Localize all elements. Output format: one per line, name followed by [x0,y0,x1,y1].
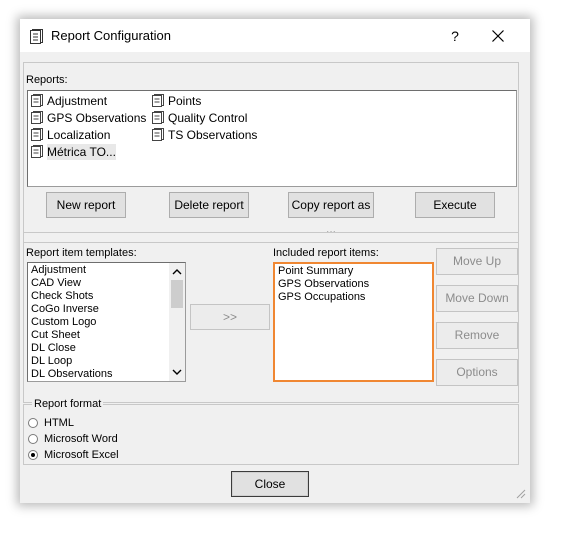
help-button[interactable]: ? [440,21,470,51]
scroll-up-icon[interactable] [169,265,185,279]
format-option-label: HTML [44,417,74,429]
radio-word[interactable] [28,434,38,444]
template-item-cogo-inverse[interactable]: CoGo Inverse [31,303,99,316]
report-icon [152,128,164,141]
move-up-button[interactable]: Move Up [436,248,518,275]
close-window-button[interactable] [480,21,516,51]
template-item-cad-view[interactable]: CAD View [31,277,81,290]
radio-selected-dot [31,453,35,457]
format-option-html[interactable]: HTML [28,417,148,431]
report-item-label: Points [168,94,202,108]
copy-report-as-button[interactable]: Copy report as ... [288,192,374,236]
radio-excel[interactable] [28,450,38,460]
execute-button[interactable]: Execute [415,192,495,218]
move-down-button[interactable]: Move Down [436,285,518,312]
title-bar[interactable]: Report Configuration ? [20,19,530,53]
report-icon [31,128,43,141]
close-icon [492,30,504,42]
report-icon [31,145,43,158]
report-item-label: TS Observations [168,128,258,142]
report-item-label: Quality Control [168,111,248,125]
templates-list[interactable]: Adjustment CAD View Check Shots CoGo Inv… [27,262,186,382]
report-icon [152,94,164,107]
template-item-custom-logo[interactable]: Custom Logo [31,316,96,329]
report-item-label: Localization [47,128,111,142]
window-title: Report Configuration [51,28,171,43]
included-label: Included report items: [273,247,379,259]
new-report-button[interactable]: New report [46,192,126,218]
format-option-label: Microsoft Word [44,433,118,445]
template-item-check-shots[interactable]: Check Shots [31,290,93,303]
report-icon [30,29,43,44]
report-item-label: GPS Observations [47,111,147,125]
report-icon [152,111,164,124]
report-item-label: Adjustment [47,94,108,108]
report-icon [31,94,43,107]
template-item-dl-close[interactable]: DL Close [31,342,76,355]
reports-label: Reports: [26,74,68,86]
close-button[interactable]: Close [231,471,309,497]
template-item-cut-sheet[interactable]: Cut Sheet [31,329,80,342]
scroll-down-icon[interactable] [169,365,185,379]
template-item-dl-loop[interactable]: DL Loop [31,355,72,368]
report-item-label: Métrica TO... [47,144,116,160]
included-item-gps-observations[interactable]: GPS Observations [278,278,369,291]
template-item-adjustment[interactable]: Adjustment [31,264,86,277]
remove-button[interactable]: Remove [436,322,518,349]
format-option-excel[interactable]: Microsoft Excel [28,449,148,463]
resize-grip-icon[interactable] [514,487,526,499]
format-option-word[interactable]: Microsoft Word [28,433,148,447]
report-format-label: Report format [32,398,104,410]
radio-html[interactable] [28,418,38,428]
included-item-point-summary[interactable]: Point Summary [278,265,353,278]
format-option-label: Microsoft Excel [44,449,119,461]
options-button[interactable]: Options [436,359,518,386]
reports-list[interactable]: Adjustment GPS Observations Localization… [27,90,517,187]
included-item-gps-occupations[interactable]: GPS Occupations [278,291,365,304]
add-item-button[interactable]: >> [190,304,270,330]
delete-report-button[interactable]: Delete report [169,192,249,218]
templates-label: Report item templates: [26,247,137,259]
report-icon [31,111,43,124]
template-item-dl-observations[interactable]: DL Observations [31,368,113,381]
report-configuration-dialog: Report Configuration ? Reports: Adjustme… [20,19,530,503]
included-list[interactable]: Point Summary GPS Observations GPS Occup… [273,262,434,382]
templates-scrollbar[interactable] [169,263,185,381]
scroll-thumb[interactable] [171,280,183,308]
